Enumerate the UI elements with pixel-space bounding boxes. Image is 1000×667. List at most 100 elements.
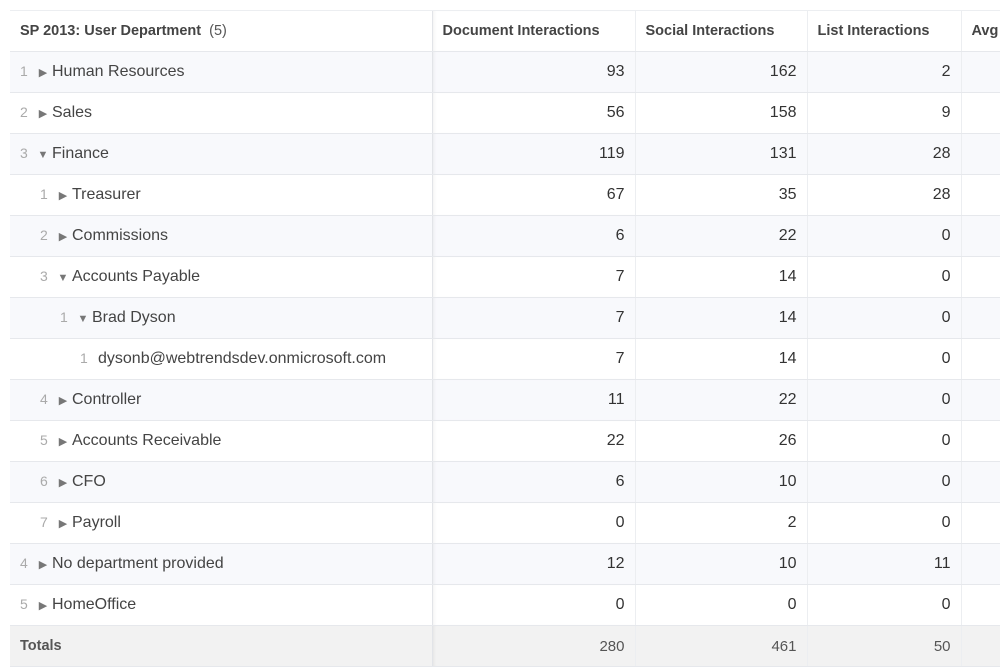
- value-cell: 0: [634, 584, 807, 626]
- row-index: 1: [60, 309, 68, 325]
- value-cell: 0: [806, 461, 961, 503]
- table-row[interactable]: 2 ▶ Sales 56 158 9: [10, 92, 1000, 134]
- row-label-cell: 3 ▼ Finance: [10, 133, 432, 175]
- value-cell-avg: [960, 338, 1000, 380]
- value-cell: 6: [431, 461, 635, 503]
- caret-down-icon[interactable]: ▼: [54, 272, 72, 284]
- row-label: CFO: [72, 473, 106, 490]
- caret-right-icon[interactable]: ▶: [54, 517, 72, 530]
- row-label-cell: 3 ▼ Accounts Payable: [10, 256, 432, 298]
- row-label: Treasurer: [72, 186, 141, 203]
- row-label: Brad Dyson: [92, 309, 176, 326]
- value-cell-avg: [960, 51, 1000, 93]
- value-cell: 26: [634, 420, 807, 462]
- value-cell: 10: [634, 461, 807, 503]
- table-row[interactable]: 4 ▶ No department provided 12 10 11: [10, 543, 1000, 585]
- row-label: No department provided: [52, 555, 224, 572]
- row-index: 6: [40, 473, 48, 489]
- table-row[interactable]: 4 ▶ Controller 11 22 0: [10, 379, 1000, 421]
- value-cell: 0: [431, 502, 635, 544]
- row-label-cell: 2 ▶ Commissions: [10, 215, 432, 257]
- row-label: Finance: [52, 145, 109, 162]
- table-row[interactable]: 1 ▶ Treasurer 67 35 28: [10, 174, 1000, 216]
- row-label-cell: 4 ▶ No department provided: [10, 543, 432, 585]
- row-label: Sales: [52, 104, 93, 121]
- value-cell: 0: [806, 379, 961, 421]
- caret-right-icon[interactable]: ▶: [54, 394, 72, 407]
- value-cell-avg: [960, 502, 1000, 544]
- caret-right-icon[interactable]: ▶: [34, 107, 52, 120]
- value-cell-avg: [960, 256, 1000, 298]
- value-cell: 22: [431, 420, 635, 462]
- column-header-social[interactable]: Social Interactions: [634, 10, 807, 52]
- column-header-list[interactable]: List Interactions: [806, 10, 961, 52]
- row-index: 1: [40, 186, 48, 202]
- row-label-cell: 1 ▶ Treasurer: [10, 174, 432, 216]
- row-label-cell: 1 dysonb@webtrendsdev.onmicrosoft.com: [10, 338, 432, 380]
- table-row[interactable]: 1 ▼ Brad Dyson 7 14 0: [10, 297, 1000, 339]
- row-label: Controller: [72, 391, 142, 408]
- caret-right-icon[interactable]: ▶: [34, 558, 52, 571]
- value-cell-avg: [960, 461, 1000, 503]
- header-row: SP 2013: User Department (5) Document In…: [10, 10, 1000, 52]
- value-cell: 93: [431, 51, 635, 93]
- value-cell: 162: [634, 51, 807, 93]
- caret-right-icon[interactable]: ▶: [54, 476, 72, 489]
- row-index: 7: [40, 514, 48, 530]
- table-row[interactable]: 5 ▶ HomeOffice 0 0 0: [10, 584, 1000, 626]
- value-cell: 131: [634, 133, 807, 175]
- table-row[interactable]: 7 ▶ Payroll 0 2 0: [10, 502, 1000, 544]
- row-label: dysonb@webtrendsdev.onmicrosoft.com: [98, 350, 387, 367]
- caret-right-icon[interactable]: ▶: [34, 66, 52, 79]
- row-index: 1: [80, 350, 88, 366]
- caret-right-icon[interactable]: ▶: [34, 599, 52, 612]
- row-label-cell: 7 ▶ Payroll: [10, 502, 432, 544]
- dimension-header[interactable]: SP 2013: User Department (5): [10, 10, 432, 52]
- value-cell: 6: [431, 215, 635, 257]
- value-cell: 67: [431, 174, 635, 216]
- caret-right-icon[interactable]: ▶: [54, 189, 72, 202]
- value-cell: 10: [634, 543, 807, 585]
- row-label: Human Resources: [52, 63, 185, 80]
- totals-label: Totals: [10, 625, 432, 667]
- row-label: Accounts Receivable: [72, 432, 222, 449]
- column-header-document[interactable]: Document Interactions: [431, 10, 635, 52]
- table-row[interactable]: 3 ▼ Finance 119 131 28: [10, 133, 1000, 175]
- table-row[interactable]: 1 dysonb@webtrendsdev.onmicrosoft.com 7 14 0: [10, 338, 1000, 380]
- row-count: (5): [209, 23, 227, 39]
- caret-right-icon[interactable]: ▶: [54, 435, 72, 448]
- table-row[interactable]: 5 ▶ Accounts Receivable 22 26 0: [10, 420, 1000, 462]
- value-cell: 14: [634, 338, 807, 380]
- value-cell: 22: [634, 379, 807, 421]
- caret-right-icon[interactable]: ▶: [54, 230, 72, 243]
- row-index: 1: [20, 63, 28, 79]
- table-row[interactable]: 1 ▶ Human Resources 93 162 2: [10, 51, 1000, 93]
- value-cell: 0: [806, 338, 961, 380]
- row-label-cell: 6 ▶ CFO: [10, 461, 432, 503]
- value-cell: 2: [806, 51, 961, 93]
- total-value: 461: [634, 625, 807, 667]
- value-cell: 22: [634, 215, 807, 257]
- table-row[interactable]: 6 ▶ CFO 6 10 0: [10, 461, 1000, 503]
- column-header-avg[interactable]: Avg: [960, 10, 1000, 52]
- value-cell: 0: [806, 297, 961, 339]
- total-value: 280: [431, 625, 635, 667]
- total-value: 50: [806, 625, 961, 667]
- caret-down-icon[interactable]: ▼: [34, 149, 52, 161]
- value-cell: 0: [806, 584, 961, 626]
- value-cell-avg: [960, 420, 1000, 462]
- value-cell: 11: [806, 543, 961, 585]
- table-row[interactable]: 3 ▼ Accounts Payable 7 14 0: [10, 256, 1000, 298]
- totals-row: Totals 280 461 50: [10, 625, 1000, 667]
- value-cell: 119: [431, 133, 635, 175]
- value-cell-avg: [960, 133, 1000, 175]
- table-row[interactable]: 2 ▶ Commissions 6 22 0: [10, 215, 1000, 257]
- value-cell-avg: [960, 543, 1000, 585]
- value-cell: 14: [634, 297, 807, 339]
- row-label-cell: 2 ▶ Sales: [10, 92, 432, 134]
- value-cell: 28: [806, 133, 961, 175]
- row-index: 5: [40, 432, 48, 448]
- row-label: Payroll: [72, 514, 121, 531]
- row-label-cell: 1 ▼ Brad Dyson: [10, 297, 432, 339]
- caret-down-icon[interactable]: ▼: [74, 313, 92, 325]
